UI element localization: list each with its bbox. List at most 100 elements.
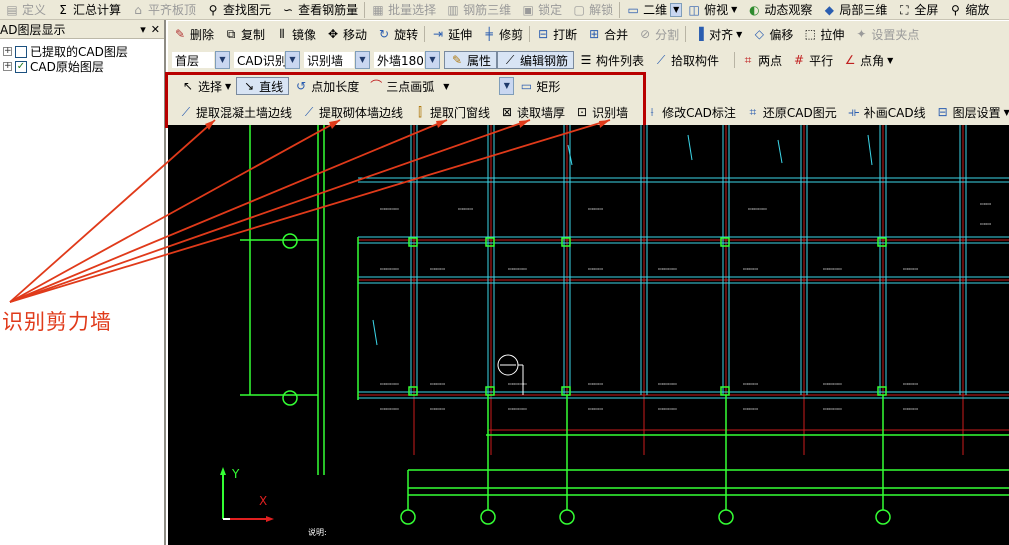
split-button[interactable]: ⊘ 分割 (633, 25, 684, 43)
zoom-button[interactable]: ⚲ 缩放 (943, 1, 994, 19)
split-icon: ⊘ (640, 27, 651, 41)
layer-checkbox-extracted[interactable] (15, 45, 27, 58)
pick-component-button[interactable]: ⟋ 拾取构件 (649, 51, 724, 69)
svg-text:▭▭▭▭: ▭▭▭▭ (430, 406, 445, 411)
move-button[interactable]: ✥ 移动 (321, 25, 372, 43)
select-dropdown[interactable]: ↖ 选择 ▼ (176, 77, 236, 95)
svg-text:▭▭▭: ▭▭▭ (980, 201, 992, 206)
point-length-button[interactable]: ↺ 点加长度 (289, 77, 364, 95)
pick-icon: ⟋ (656, 53, 666, 67)
align-dropdown[interactable]: ▐ 对齐 ▼ (687, 25, 747, 43)
wall-type-select[interactable]: 外墙180 ▼ (373, 50, 440, 70)
view-rebar-button[interactable]: ∽ 查看钢筋量 (276, 1, 363, 19)
layer-label: CAD原始图层 (30, 60, 104, 74)
expand-icon[interactable]: + (3, 47, 12, 56)
layer-tree-item-extracted[interactable]: + 已提取的CAD图层 (0, 44, 164, 59)
unlock-button[interactable]: ▢ 解锁 (567, 1, 618, 19)
close-icon[interactable]: ✕ (151, 23, 160, 36)
three-point-arc-dropdown[interactable]: ⌒ 三点画弧 ▼ (364, 77, 454, 95)
layer-checkbox-original[interactable]: ✓ (15, 60, 27, 73)
local-3d-icon: ◆ (824, 2, 834, 17)
break-button[interactable]: ⊟ 打断 (531, 25, 582, 43)
svg-text:▭▭▭▭▭: ▭▭▭▭▭ (823, 381, 842, 386)
extend-button[interactable]: ⇥ 延伸 (426, 25, 477, 43)
mirror-button[interactable]: ⫴ 镜像 (270, 25, 321, 43)
component-list-button[interactable]: ☰ 构件列表 (574, 51, 649, 69)
cad-drawing-canvas[interactable]: ▭▭▭▭▭ ▭▭▭▭ ▭▭▭▭▭ ▭▭▭▭ ▭▭▭▭▭ ▭▭▭▭ ▭▭▭▭▭ ▭▭▭▭ … (168, 125, 1009, 545)
floor-select[interactable]: 首层 ▼ (171, 50, 230, 70)
svg-text:▭▭▭▭: ▭▭▭▭ (903, 406, 918, 411)
svg-text:▭▭▭: ▭▭▭ (980, 221, 992, 226)
trim-button[interactable]: ╪ 修剪 (477, 25, 528, 43)
edit-rebar-button[interactable]: ⟋ 编辑钢筋 (497, 51, 575, 69)
identify-wall-icon: ⊡ (577, 105, 588, 119)
element-select[interactable]: 识别墙 ▼ (303, 50, 370, 70)
top-view-dropdown[interactable]: ◫ 俯视 ▼ (682, 1, 742, 19)
svg-text:▭▭▭▭: ▭▭▭▭ (430, 381, 445, 386)
separator (685, 26, 687, 42)
expand-icon[interactable]: + (3, 62, 12, 71)
read-wall-thickness-button[interactable]: ⊠ 读取墙厚 (495, 103, 570, 121)
svg-text:▭▭▭▭: ▭▭▭▭ (588, 206, 603, 211)
stretch-button[interactable]: ⬚ 拉伸 (798, 25, 849, 43)
trim-icon: ╪ (485, 27, 493, 41)
rectangle-button[interactable]: ▭ 矩形 (514, 77, 565, 95)
grip-point-button[interactable]: ✦ 设置夹点 (849, 25, 924, 43)
copy-button[interactable]: ⧉ 复制 (219, 25, 270, 43)
restore-cad-element-button[interactable]: ⌗ 还原CAD图元 (741, 103, 842, 121)
move-icon: ✥ (328, 27, 339, 41)
lock-icon: ▣ (522, 2, 534, 17)
break-icon: ⊟ (538, 27, 549, 41)
lock-button[interactable]: ▣ 锁定 (516, 1, 567, 19)
define-button[interactable]: ▤ 定义 (0, 1, 51, 19)
svg-text:▭▭▭▭▭: ▭▭▭▭▭ (748, 206, 767, 211)
merge-button[interactable]: ⊞ 合并 (582, 25, 633, 43)
extract-masonry-wall-edge-button[interactable]: ⟋ 提取砌体墙边线 (297, 103, 408, 121)
view-2d-dropdown[interactable]: ▭ 二维 ▼ (621, 1, 683, 19)
two-point-button[interactable]: ⌗ 两点 (736, 51, 787, 69)
chevron-down-icon: ▼ (499, 77, 515, 95)
modify-cad-annotation-button[interactable]: ⟊ 修改CAD标注 (640, 103, 741, 121)
svg-text:▭▭▭▭: ▭▭▭▭ (430, 266, 445, 271)
chevron-down-icon: ▼ (425, 51, 440, 69)
extract-door-window-line-button[interactable]: ⫿ 提取门窗线 (408, 103, 495, 121)
find-element-button[interactable]: ⚲ 查找图元 (201, 1, 276, 19)
svg-text:▭▭▭▭▭: ▭▭▭▭▭ (380, 266, 399, 271)
arc-icon: ⌒ (370, 79, 383, 93)
rebar-3d-button[interactable]: ▥ 钢筋三维 (441, 1, 516, 19)
top-toolbar: ▤ 定义 Σ 汇总计算 ⌂ 平齐板顶 ⚲ 查找图元 ∽ 查看钢筋量 ▦ 批量选择 ▥ 钢筋三维… (0, 0, 1009, 20)
properties-button[interactable]: ✎ 属性 (444, 51, 498, 69)
module-select[interactable]: CAD识别 ▼ (233, 50, 300, 70)
layer-tree-item-original[interactable]: + ✓ CAD原始图层 (0, 59, 164, 74)
local-3d-button[interactable]: ◆ 局部三维 (817, 1, 892, 19)
point-angle-dropdown[interactable]: ∠ 点角 ▼ (838, 51, 898, 69)
annotation-label: 识别剪力墙 (2, 310, 112, 334)
line-button[interactable]: ↘ 直线 (236, 77, 290, 95)
chevron-down-icon: ▼ (670, 2, 683, 17)
extract-concrete-wall-edge-button[interactable]: ⟋ 提取混凝土墙边线 (174, 103, 297, 121)
top-view-icon: ◫ (688, 2, 700, 17)
draw-toolbar: ↖ 选择 ▼ ↘ 直线 ↺ 点加长度 ⌒ 三点画弧 ▼ ▼ ▭ 矩形 (168, 73, 1009, 99)
svg-text:▭▭▭▭: ▭▭▭▭ (588, 266, 603, 271)
fullscreen-button[interactable]: ⛶ 全屏 (892, 1, 943, 19)
y-axis-label: Y (231, 467, 240, 481)
rotate-button[interactable]: ↻ 旋转 (372, 25, 423, 43)
offset-button[interactable]: ◇ 偏移 (747, 25, 798, 43)
orbit-button[interactable]: ◐ 动态观察 (742, 1, 817, 19)
pin-icon[interactable]: ▾ (140, 23, 146, 36)
delete-button[interactable]: ✎ 删除 (168, 25, 219, 43)
arc-option-select[interactable]: ▼ (457, 76, 515, 96)
parallel-button[interactable]: # 平行 (787, 51, 838, 69)
svg-text:▭▭▭▭: ▭▭▭▭ (903, 381, 918, 386)
svg-text:▭▭▭▭▭: ▭▭▭▭▭ (658, 406, 677, 411)
grip-point-icon: ✦ (856, 27, 867, 41)
svg-text:▭▭▭▭▭: ▭▭▭▭▭ (508, 406, 527, 411)
flush-slab-top-button[interactable]: ⌂ 平齐板顶 (126, 1, 201, 19)
layer-settings-dropdown[interactable]: ⊟ 图层设置 ▼ (931, 103, 1009, 121)
rebar-view-icon: ∽ (283, 2, 294, 17)
identify-wall-button[interactable]: ⊡ 识别墙 (570, 103, 633, 121)
redraw-cad-line-button[interactable]: ⟛ 补画CAD线 (842, 103, 931, 121)
summary-calc-button[interactable]: Σ 汇总计算 (51, 1, 126, 19)
svg-text:▭▭▭▭▭: ▭▭▭▭▭ (508, 381, 527, 386)
batch-select-button[interactable]: ▦ 批量选择 (366, 1, 441, 19)
